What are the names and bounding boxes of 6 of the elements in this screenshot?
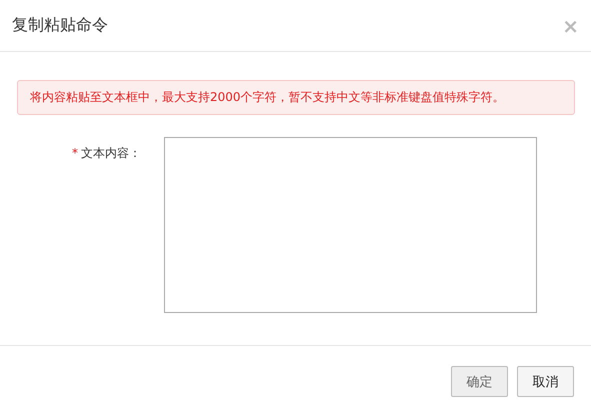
confirm-button[interactable]: 确定 (451, 366, 508, 397)
alert-message: 将内容粘贴至文本框中，最大支持2000个字符，暂不支持中文等非标准键盘值特殊字符。 (17, 80, 575, 115)
text-content-field[interactable] (164, 137, 537, 313)
field-label: * 文本内容： (71, 145, 141, 162)
cancel-button[interactable]: 取消 (517, 366, 574, 397)
dialog-title: 复制粘贴命令 (12, 15, 108, 36)
